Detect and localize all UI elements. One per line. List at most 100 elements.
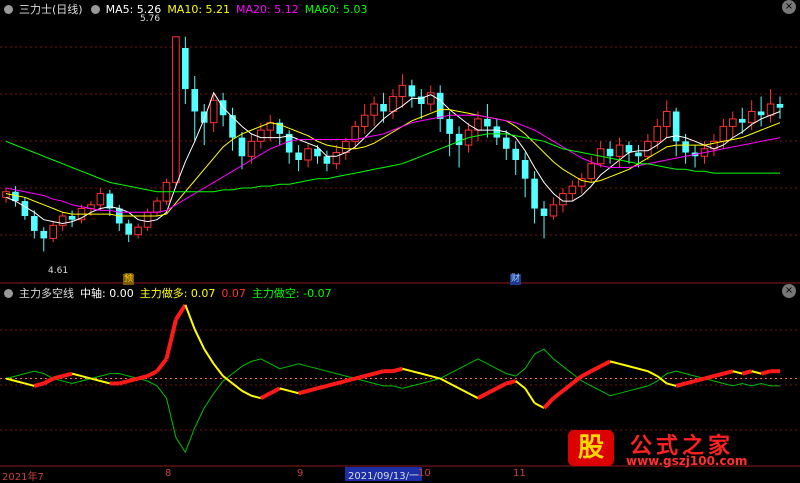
candle-body bbox=[587, 163, 596, 180]
indicator-long-segment bbox=[628, 365, 639, 370]
candle-body bbox=[238, 137, 246, 157]
candle-body bbox=[606, 148, 614, 157]
indicator-long-segment bbox=[468, 392, 479, 400]
indicator-long-segment bbox=[203, 348, 215, 365]
candle-body bbox=[295, 152, 302, 160]
indicator-long-segment bbox=[477, 391, 489, 400]
indicator-long-segment bbox=[146, 369, 158, 378]
candle-body bbox=[96, 193, 105, 206]
indicator-long-segment bbox=[42, 376, 55, 386]
candle-body bbox=[380, 104, 387, 112]
indicator-long-segment bbox=[430, 375, 441, 380]
indicator-long-segment bbox=[164, 319, 178, 360]
date-tick: 2021年7 bbox=[2, 472, 44, 483]
candle-body bbox=[568, 185, 577, 195]
indicator-long-segment bbox=[90, 377, 101, 382]
candle-body bbox=[738, 118, 746, 123]
event-marker-forecast[interactable]: 预 bbox=[123, 274, 135, 285]
candle-body bbox=[172, 36, 180, 183]
date-tick: 9 bbox=[297, 468, 304, 479]
candle-body bbox=[531, 178, 538, 209]
candle-body bbox=[672, 111, 680, 142]
indicator-long-segment bbox=[118, 379, 130, 386]
candle-body bbox=[68, 216, 76, 220]
indicator-long-segment bbox=[421, 372, 432, 378]
candle-body bbox=[398, 84, 407, 98]
candle-body bbox=[31, 216, 38, 231]
candle-body bbox=[323, 156, 331, 164]
candle-body bbox=[389, 96, 397, 112]
indicator-long-segment bbox=[212, 363, 224, 377]
indicator-long-segment bbox=[259, 391, 272, 400]
watermark-logo: 股 公式之家 www.gszj100.com bbox=[560, 428, 800, 468]
candle-body bbox=[304, 148, 312, 161]
candle-body bbox=[502, 137, 510, 149]
indicator-long-segment bbox=[137, 374, 149, 381]
candle-body bbox=[653, 125, 662, 142]
candle-body bbox=[360, 114, 369, 127]
indicator-long-segment bbox=[174, 303, 188, 321]
candle-body bbox=[446, 118, 453, 134]
indicator-long-segment bbox=[316, 383, 328, 391]
candle-body bbox=[635, 152, 642, 157]
indicator-long-segment bbox=[392, 366, 403, 374]
indicator-long-segment bbox=[33, 381, 45, 388]
candle-body bbox=[757, 111, 765, 116]
indicator-long-segment bbox=[609, 360, 620, 365]
indicator-long-segment bbox=[666, 382, 677, 387]
indicator-long-segment bbox=[542, 396, 555, 410]
candle-body bbox=[625, 145, 633, 153]
indicator-long-segment bbox=[524, 387, 536, 404]
candle-body bbox=[49, 224, 57, 239]
indicator-long-segment bbox=[486, 386, 498, 396]
date-tick: 8 bbox=[165, 468, 172, 479]
indicator-long-segment bbox=[713, 371, 724, 379]
candle-body bbox=[540, 208, 548, 216]
candle-body bbox=[512, 148, 520, 160]
candle-body bbox=[247, 140, 256, 157]
date-axis: 2021年7 8 9 2021/09/13/一 10 11 bbox=[0, 467, 800, 483]
indicator-long-segment bbox=[279, 387, 290, 392]
indicator-long-segment bbox=[439, 377, 451, 385]
watermark-glyph: 股 bbox=[568, 430, 614, 466]
indicator-long-segment bbox=[184, 304, 196, 330]
candle-body bbox=[229, 115, 236, 138]
indicator-long-segment bbox=[552, 389, 565, 400]
indicator-long-segment bbox=[495, 381, 508, 391]
ma60-line bbox=[5, 133, 780, 193]
indicator-long-segment bbox=[52, 374, 64, 381]
candle-body bbox=[682, 141, 689, 153]
date-tick: 10 bbox=[418, 468, 431, 479]
indicator-long-segment bbox=[364, 371, 375, 379]
ma20-line bbox=[5, 114, 781, 213]
candle-body bbox=[493, 126, 501, 138]
date-tick: 11 bbox=[513, 468, 526, 479]
indicator-long-segment bbox=[15, 380, 26, 385]
candle-body bbox=[766, 103, 775, 116]
candle-body bbox=[776, 104, 784, 108]
indicator-long-segment bbox=[694, 376, 705, 383]
low-price-label: 4.61 bbox=[48, 266, 69, 276]
indicator-long-segment bbox=[619, 362, 630, 368]
candle-body bbox=[615, 144, 624, 157]
indicator-long-segment bbox=[675, 381, 687, 388]
candle-body bbox=[257, 129, 265, 142]
indicator-long-segment bbox=[580, 369, 593, 378]
indicator-long-segment bbox=[251, 394, 262, 400]
candle-body bbox=[153, 200, 161, 213]
candle-body bbox=[191, 89, 199, 112]
kline-chart[interactable] bbox=[0, 0, 800, 482]
candle-body bbox=[314, 148, 321, 157]
candle-body bbox=[182, 48, 189, 90]
indicator-long-segment bbox=[449, 382, 460, 390]
indicator-long-segment bbox=[71, 372, 82, 378]
indicator-long-segment bbox=[193, 329, 206, 350]
indicator-long-segment bbox=[515, 380, 526, 390]
event-marker-financial[interactable]: 财 bbox=[510, 274, 522, 285]
indicator-long-segment bbox=[722, 369, 734, 376]
candle-body bbox=[455, 133, 463, 146]
candle-body bbox=[370, 103, 378, 116]
indicator-long-segment bbox=[128, 376, 139, 383]
indicator-long-segment bbox=[505, 379, 517, 386]
high-price-label: 5.76 bbox=[140, 14, 161, 24]
